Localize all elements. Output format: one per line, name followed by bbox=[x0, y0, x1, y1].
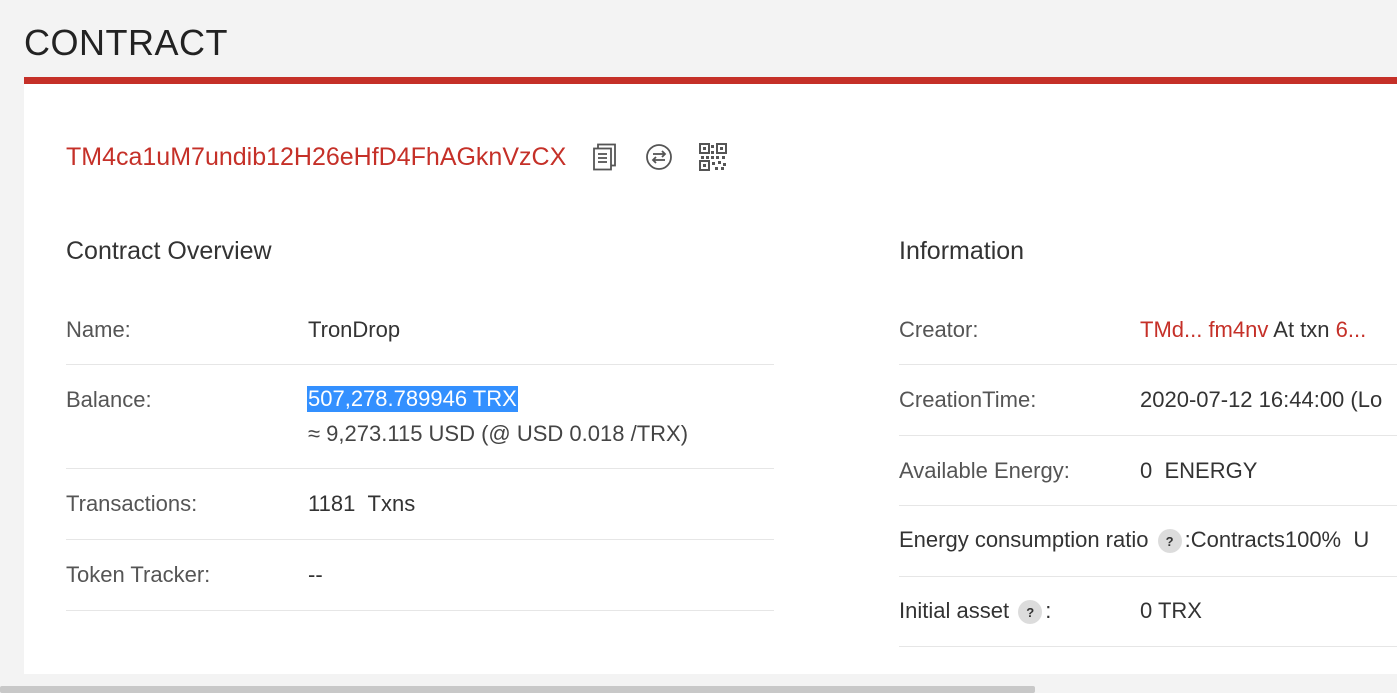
copy-icon[interactable] bbox=[590, 142, 620, 172]
available-energy-value: 0 ENERGY bbox=[1140, 458, 1257, 484]
transactions-unit: Txns bbox=[367, 491, 416, 516]
energy-ratio: Energy consumption ratio ?:Contracts100%… bbox=[899, 527, 1370, 554]
energy-ratio-trailing: U bbox=[1353, 527, 1370, 552]
initial-asset-value: 0 TRX bbox=[1140, 598, 1202, 623]
creator-value: TMd... fm4nv At txn 6... bbox=[1140, 317, 1366, 343]
contract-overview-title: Contract Overview bbox=[66, 237, 272, 265]
initial-asset-colon: : bbox=[1045, 598, 1052, 623]
transactions-value[interactable]: 1181 Txns bbox=[308, 491, 415, 517]
balance-usd: ≈ 9,273.115 USD (@ USD 0.018 /TRX) bbox=[308, 421, 689, 446]
creator-row: Creator: TMd... fm4nv At txn 6... bbox=[899, 311, 1397, 365]
creator-at-txn: At txn bbox=[1273, 317, 1330, 342]
available-energy-row: Available Energy: 0 ENERGY bbox=[899, 436, 1397, 506]
energy-amount: 0 bbox=[1140, 458, 1153, 483]
transactions-label: Transactions: bbox=[66, 491, 198, 516]
initial-asset-row: Initial asset ?: 0 TRX bbox=[899, 577, 1397, 647]
help-icon[interactable]: ? bbox=[1018, 600, 1043, 625]
creator-label: Creator: bbox=[899, 317, 979, 342]
name-value: TronDrop bbox=[308, 317, 401, 342]
help-icon[interactable]: ? bbox=[1157, 529, 1182, 554]
creator-txn-link[interactable]: 6... bbox=[1336, 317, 1367, 342]
token-tracker-value: -- bbox=[308, 562, 323, 587]
creation-time-label: CreationTime: bbox=[899, 387, 1037, 412]
contract-panel: TM4ca1uM7undib12H26eHfD4FhAGknVzCX Contr… bbox=[24, 77, 1397, 674]
qr-code-icon[interactable] bbox=[698, 142, 728, 172]
creation-time-row: CreationTime: 2020-07-12 16:44:00 (Lo bbox=[899, 365, 1397, 436]
balance-row: Balance: 507,278.789946 TRX ≈ 9,273.115 … bbox=[66, 365, 774, 469]
available-energy-label: Available Energy: bbox=[899, 458, 1070, 483]
name-label: Name: bbox=[66, 317, 131, 342]
contract-address-link[interactable]: TM4ca1uM7undib12H26eHfD4FhAGknVzCX bbox=[66, 143, 566, 172]
page-title: CONTRACT bbox=[24, 22, 228, 63]
transactions-row: Transactions: 1181 Txns bbox=[66, 469, 774, 540]
convert-icon[interactable] bbox=[644, 142, 674, 172]
energy-ratio-label: Energy consumption ratio bbox=[899, 527, 1149, 552]
balance-label: Balance: bbox=[66, 387, 152, 412]
balance-value: 507,278.789946 TRX bbox=[307, 386, 518, 412]
token-tracker-row: Token Tracker: -- bbox=[66, 540, 774, 611]
name-row: Name: TronDrop bbox=[66, 311, 774, 365]
creator-address-link[interactable]: TMd... fm4nv bbox=[1140, 317, 1268, 342]
energy-ratio-value: :Contracts100% bbox=[1184, 527, 1342, 552]
energy-unit: ENERGY bbox=[1164, 458, 1258, 483]
initial-asset: Initial asset ?: bbox=[899, 598, 1052, 625]
information-title: Information bbox=[899, 237, 1025, 265]
creation-time-value: 2020-07-12 16:44:00 (Lo bbox=[1140, 387, 1383, 412]
initial-asset-label: Initial asset bbox=[899, 598, 1010, 623]
horizontal-scrollbar[interactable] bbox=[0, 686, 1035, 693]
transactions-count: 1181 bbox=[308, 491, 356, 516]
address-row: TM4ca1uM7undib12H26eHfD4FhAGknVzCX bbox=[66, 142, 728, 172]
energy-ratio-row: Energy consumption ratio ?:Contracts100%… bbox=[899, 506, 1397, 577]
token-tracker-label: Token Tracker: bbox=[66, 562, 211, 587]
